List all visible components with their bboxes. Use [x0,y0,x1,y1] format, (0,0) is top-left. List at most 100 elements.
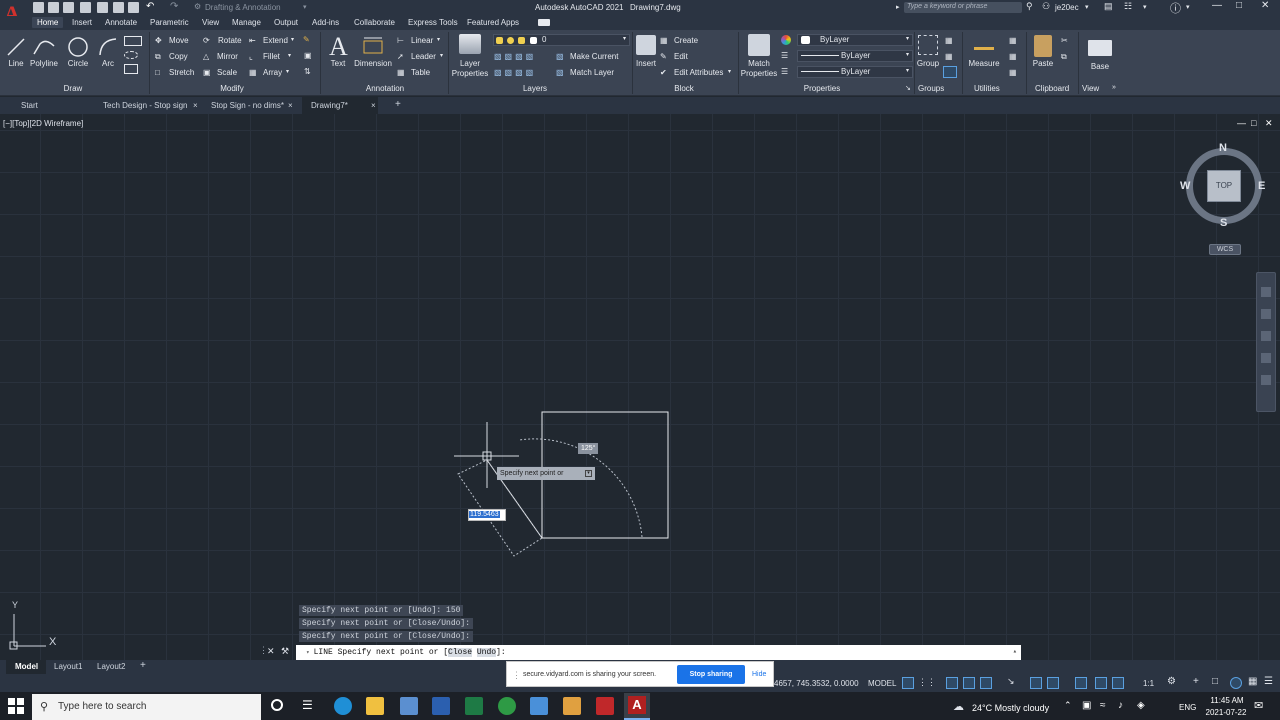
chrome-icon[interactable] [498,697,516,715]
object-snap-tracking-icon[interactable] [1047,677,1059,689]
extend-dropdown-icon[interactable]: ▾ [291,36,294,43]
ribbon-overflow-icon[interactable]: » [1112,84,1116,91]
layer-tools-row-2[interactable]: ▧▧▧▧ [494,68,536,77]
layers-panel-title[interactable]: Layers [510,84,560,93]
select-all-icon[interactable]: ▦ [1009,52,1017,61]
undo-icon[interactable]: ↶ [146,1,154,12]
calculator-app-icon[interactable] [530,697,548,715]
cortana-icon[interactable] [271,699,283,711]
line-button[interactable]: Line [4,59,28,68]
new-tab-icon[interactable]: + [395,99,401,110]
taskbar-search-box[interactable]: ⚲ Type here to search [32,694,261,720]
ribbon-minimize-icon[interactable] [538,19,550,26]
dimension-button[interactable]: Dimension [352,59,394,68]
search-expand-icon[interactable]: ▸ [896,3,900,11]
line-icon[interactable] [5,36,27,58]
model-space-toggle[interactable]: MODEL [868,679,896,688]
doc-tab-start[interactable]: Start [21,101,38,110]
doc-tab-tech-design[interactable]: Tech Design - Stop sign [103,101,188,110]
web-mobile-icon[interactable] [113,2,124,13]
groups-panel-title[interactable]: Groups [918,84,944,93]
workspace-dropdown-icon[interactable]: ▾ [303,3,307,11]
match-layer-button[interactable]: Match Layer [570,68,614,77]
minimize-icon[interactable]: — [1212,0,1222,11]
edit-attributes-button[interactable]: Edit Attributes [674,68,723,77]
object-snap-icon[interactable] [1075,677,1087,689]
weather-cloud-icon[interactable]: ☁ [953,700,964,713]
close-tab-icon[interactable]: × [193,101,198,110]
tab-view[interactable]: View [202,18,219,27]
measure-icon[interactable] [974,38,994,50]
isolate-objects-icon[interactable] [1230,677,1242,689]
command-history-toggle-icon[interactable]: ▴ [1013,645,1017,660]
input-language[interactable]: ENG [1179,703,1196,712]
array-button[interactable]: Array [263,68,282,77]
annotation-panel-title[interactable]: Annotation [355,84,415,93]
user-dropdown-icon[interactable]: ▾ [1085,3,1089,11]
acrobat-icon[interactable] [596,697,614,715]
insert-block-icon[interactable] [636,35,656,55]
network-icon[interactable]: ▣ [1082,700,1091,711]
user-icon[interactable]: ⚇ [1042,1,1050,12]
extend-button[interactable]: Extend [263,36,288,45]
workspace-switching-gear-icon[interactable]: ⚙ [1167,676,1176,687]
match-properties-label-2[interactable]: Properties [738,69,780,78]
new-file-icon[interactable] [48,2,59,13]
close-tab-icon[interactable]: × [371,101,376,110]
color-wheel-icon[interactable] [781,35,791,45]
text-button[interactable]: Text [327,59,349,68]
make-current-button[interactable]: Make Current [570,52,618,61]
tab-express-tools[interactable]: Express Tools [408,18,458,27]
edit-block-button[interactable]: Edit [674,52,688,61]
mail-icon[interactable] [400,697,418,715]
notifications-icon[interactable]: ✉ [1254,699,1263,712]
stretch-button[interactable]: Stretch [169,68,194,77]
insert-button[interactable]: Insert [633,59,659,68]
volume-icon[interactable]: ♪ [1118,700,1123,711]
wifi-icon[interactable]: ≈ [1100,700,1106,711]
arc-icon[interactable] [97,36,119,58]
draw-panel-title[interactable]: Draw [28,84,118,93]
banner-grip-icon[interactable]: ⋮ [512,670,521,681]
match-properties-icon[interactable] [748,34,770,56]
close-tab-icon[interactable]: × [288,101,293,110]
group-edit-icon[interactable]: ▦ [945,52,953,61]
command-recent-dropdown-icon[interactable]: ▾ [306,649,310,656]
dimension-icon[interactable] [361,36,385,56]
customization-menu-icon[interactable]: ☰ [1264,676,1273,687]
circle-icon[interactable] [66,35,90,59]
weather-text[interactable]: 24°C Mostly cloudy [972,703,1049,713]
command-option-undo[interactable]: Undo [476,648,497,657]
fillet-button[interactable]: Fillet [263,52,280,61]
edit-attributes-dropdown-icon[interactable]: ▾ [728,68,731,75]
copy-clip-icon[interactable]: ⧉ [1061,52,1067,62]
offset-icon[interactable]: ⇅ [304,67,311,76]
leader-button[interactable]: Leader [411,52,436,61]
move-button[interactable]: Move [169,36,189,45]
layer-properties-label-1[interactable]: Layer [448,59,492,68]
layout-tab-model[interactable]: Model [6,660,46,674]
autocad-taskbar-button[interactable]: A [624,693,650,720]
calculator-icon[interactable]: ▦ [1009,68,1017,77]
clock-date[interactable]: 2021-07-22 [1203,708,1249,717]
lineweight-dropdown[interactable]: ByLayer ▾ [797,66,913,78]
copy-button[interactable]: Copy [169,52,188,61]
quick-select-icon[interactable]: ▦ [1009,36,1017,45]
color-dropdown[interactable]: ByLayer ▾ [797,34,913,46]
excel-icon[interactable] [465,697,483,715]
isodraft-icon[interactable] [1030,677,1042,689]
group-selection-toggle-icon[interactable] [943,66,957,78]
match-properties-label-1[interactable]: Match [738,59,780,68]
layer-properties-label-2[interactable]: Properties [448,69,492,78]
cut-icon[interactable]: ✂ [1061,36,1068,45]
polyline-button[interactable]: Polyline [28,59,60,68]
search-icon[interactable]: ⚲ [1026,1,1033,12]
tab-insert[interactable]: Insert [72,18,92,27]
group-icon[interactable] [918,35,938,55]
modify-panel-title[interactable]: Modify [200,84,264,93]
show-hidden-icons-icon[interactable]: ⌃ [1064,700,1072,711]
command-option-close[interactable]: Close [448,648,473,657]
hide-banner-button[interactable]: Hide [752,671,766,678]
infer-constraints-icon[interactable] [946,677,958,689]
scale-button[interactable]: Scale [217,68,237,77]
